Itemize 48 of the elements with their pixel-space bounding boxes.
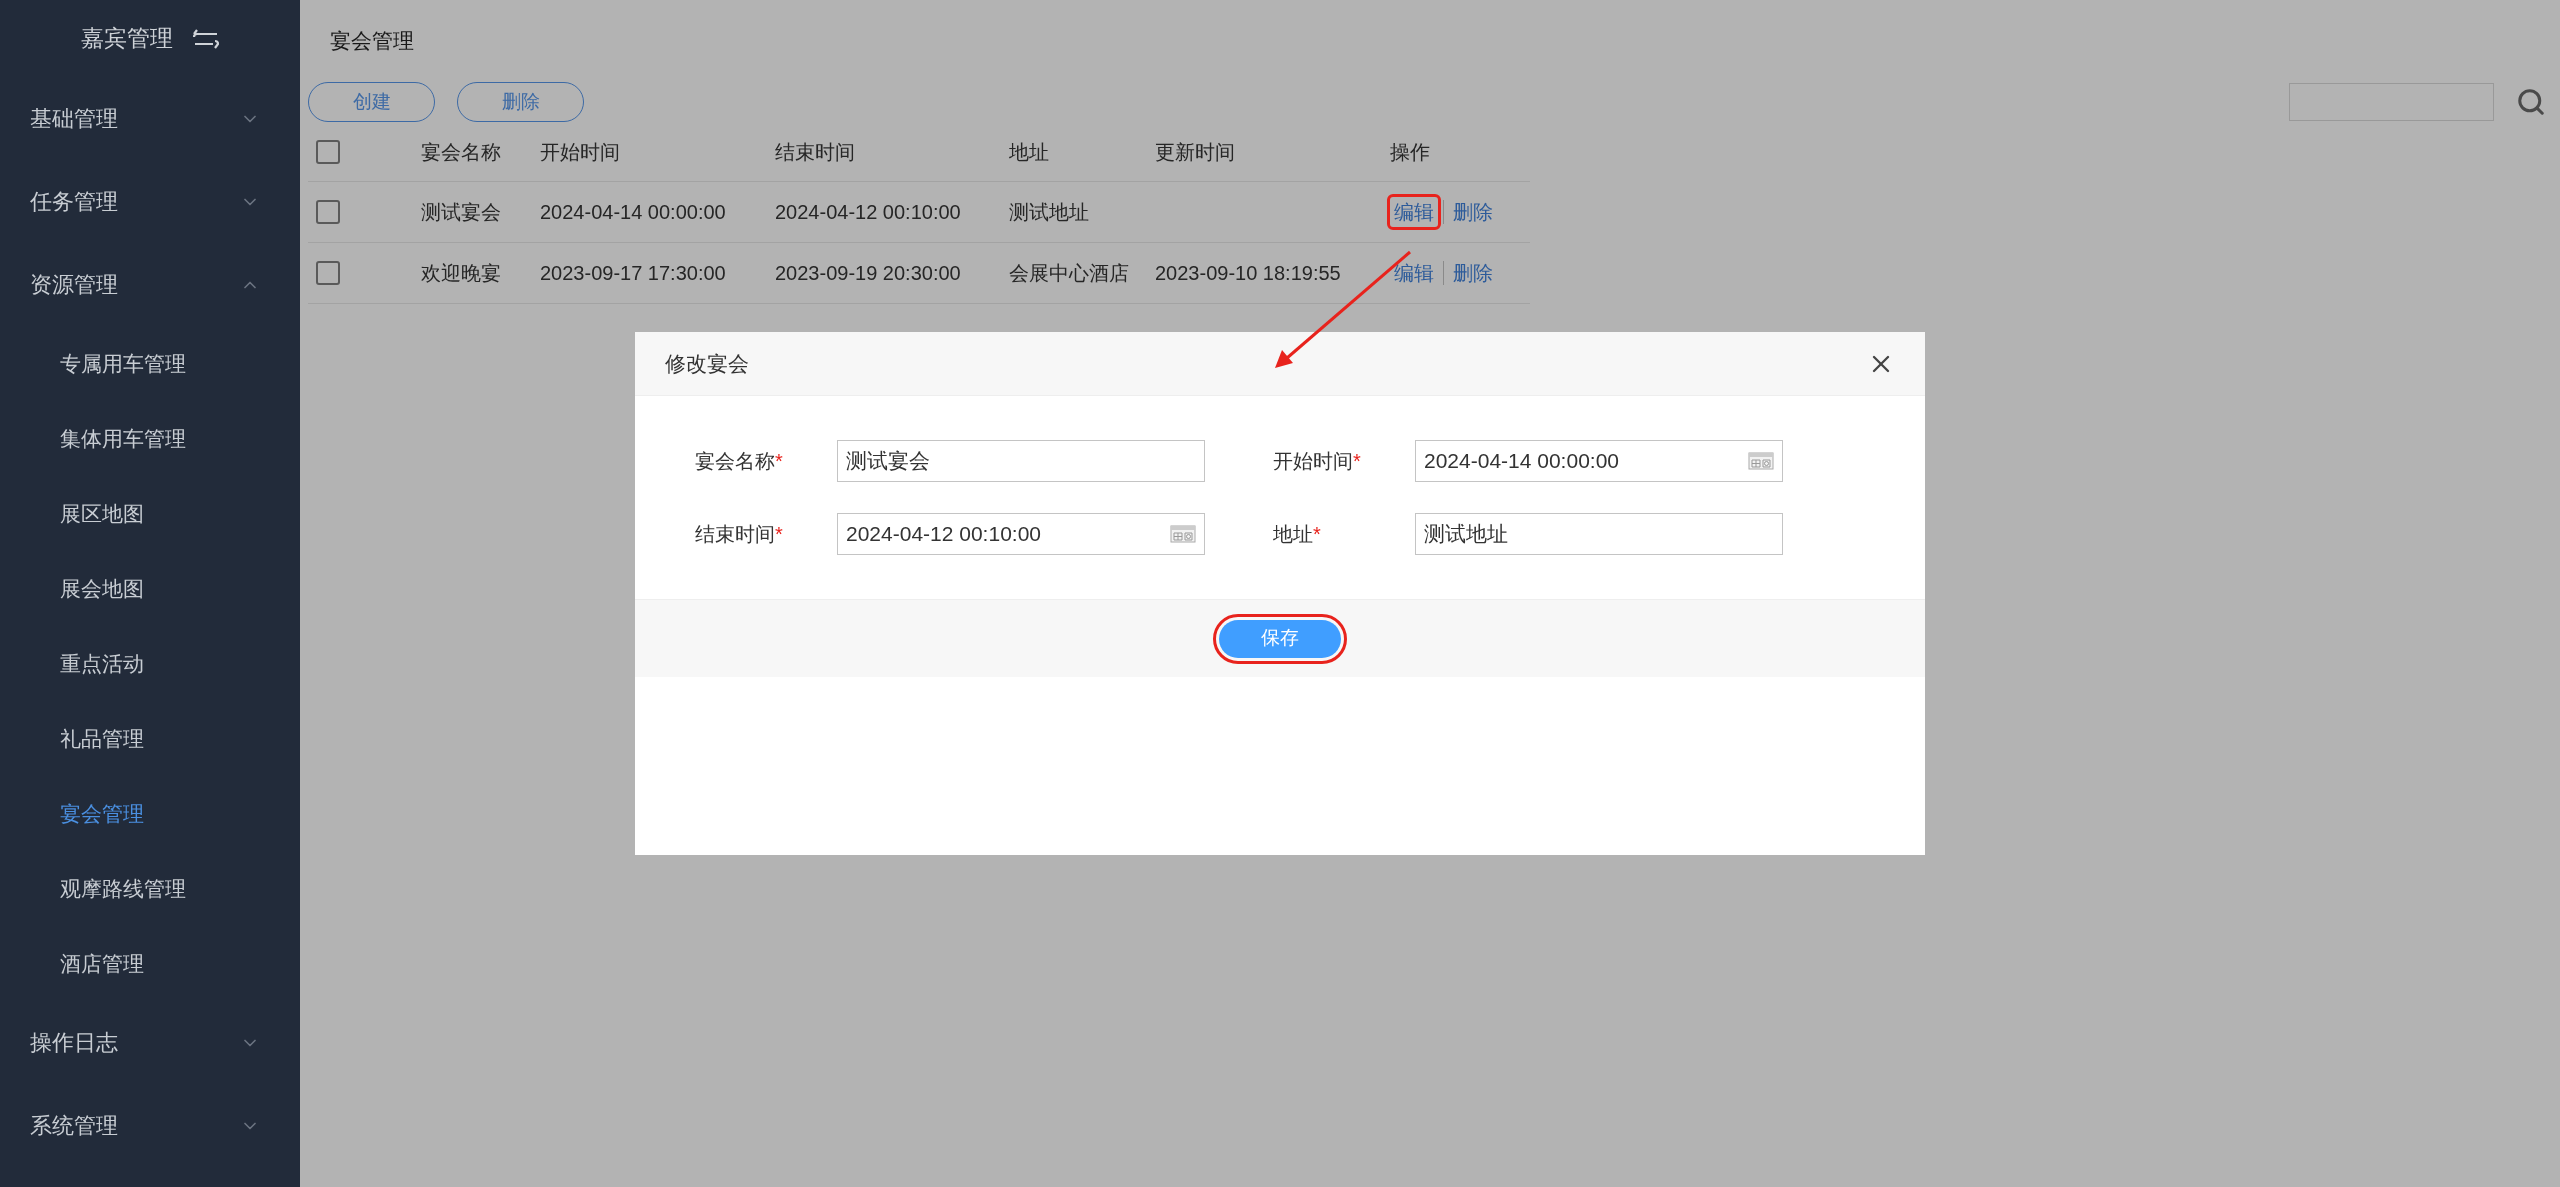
search-field[interactable]: [2289, 83, 2494, 121]
table-cell: 2023-09-17 17:30:00: [540, 262, 726, 284]
field-label: 地址*: [1273, 522, 1322, 547]
table-cell: 会展中心酒店: [1009, 262, 1129, 284]
menu-item[interactable]: 酒店管理: [0, 926, 300, 1001]
input-field[interactable]: 2024-04-14 00:00:00: [1415, 440, 1783, 482]
calendar-icon[interactable]: [1748, 452, 1774, 470]
input-field[interactable]: 2024-04-12 00:10:00: [837, 513, 1205, 555]
table-cell: 2024-04-12 00:10:00: [775, 201, 961, 223]
column-header: 结束时间: [775, 140, 855, 163]
table-cell: 2024-04-14 00:00:00: [540, 201, 726, 223]
table-cell: 欢迎晚宴: [421, 262, 501, 284]
input-field[interactable]: 测试宴会: [837, 440, 1205, 482]
column-header: 开始时间: [540, 140, 620, 163]
column-header: 地址: [1009, 140, 1049, 163]
app-title: 嘉宾管理: [81, 24, 173, 54]
menu-item[interactable]: 集体用车管理: [0, 401, 300, 476]
page-title: 宴会管理: [330, 28, 414, 55]
calendar-icon[interactable]: [1170, 525, 1196, 543]
menu-group[interactable]: 资源管理: [0, 243, 300, 326]
field-label: 开始时间*: [1273, 449, 1362, 474]
input-field[interactable]: 测试地址: [1415, 513, 1783, 555]
menu-group[interactable]: 系统管理: [0, 1084, 300, 1167]
select-all-checkbox[interactable]: [316, 139, 340, 164]
menu-item[interactable]: 展会地图: [0, 551, 300, 626]
table-cell: 测试宴会: [421, 201, 501, 223]
menu-item[interactable]: 专属用车管理: [0, 326, 300, 401]
column-header: 操作: [1390, 140, 1430, 163]
field-label: 结束时间*: [695, 522, 784, 547]
table-cell: 测试地址: [1009, 201, 1089, 223]
menu-group[interactable]: 操作日志: [0, 1001, 300, 1084]
menu-item[interactable]: 宴会管理: [0, 776, 300, 851]
menu-item[interactable]: 礼品管理: [0, 701, 300, 776]
field-label: 宴会名称*: [695, 449, 784, 474]
menu-item[interactable]: 观摩路线管理: [0, 851, 300, 926]
column-header: 宴会名称: [421, 140, 501, 163]
swap-icon[interactable]: [193, 27, 219, 50]
menu-item[interactable]: 重点活动: [0, 626, 300, 701]
column-header: 更新时间: [1155, 140, 1235, 163]
row-checkbox[interactable]: [316, 261, 340, 285]
menu-item[interactable]: 展区地图: [0, 476, 300, 551]
menu-group[interactable]: 任务管理: [0, 160, 300, 243]
menu-group[interactable]: 基础管理: [0, 77, 300, 160]
dialog-title: 修改宴会: [665, 350, 749, 377]
row-checkbox[interactable]: [316, 200, 340, 224]
table-cell: 2023-09-19 20:30:00: [775, 262, 961, 284]
table-cell: 2023-09-10 18:19:55: [1155, 262, 1341, 284]
search-icon[interactable]: [2516, 87, 2546, 117]
